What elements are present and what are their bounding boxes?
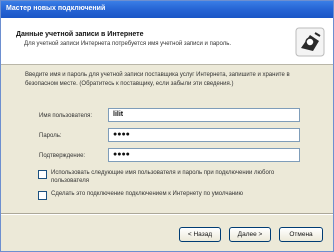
- header-title: Данные учетной записи в Интернете: [16, 31, 144, 38]
- window-title: Мастер новых подключений: [1, 1, 333, 18]
- confirm-password-field[interactable]: ●●●●: [108, 148, 300, 162]
- wizard-window: Мастер новых подключений Данные учетной …: [0, 0, 334, 252]
- header-subtitle: Для учетной записи Интернета потребуется…: [24, 41, 231, 47]
- wizard-connection-icon: [295, 27, 325, 57]
- footer-divider: [1, 213, 333, 215]
- all-users-checkbox[interactable]: [38, 170, 47, 179]
- default-connection-checkbox[interactable]: [38, 191, 47, 200]
- username-field[interactable]: lilit: [108, 108, 300, 122]
- wizard-header: Данные учетной записи в Интернете Для уч…: [1, 18, 333, 65]
- all-users-label: Использовать следующие имя пользователя …: [51, 170, 275, 184]
- option-all-users[interactable]: Использовать следующие имя пользователя …: [38, 169, 308, 185]
- confirm-label: Подтверждение:: [39, 153, 86, 159]
- password-field[interactable]: ●●●●: [108, 128, 300, 142]
- back-button[interactable]: < Назад: [179, 227, 221, 242]
- cancel-button[interactable]: Отмена: [279, 227, 323, 242]
- default-connection-label: Сделать это подключение подключением к И…: [51, 191, 243, 197]
- option-default-connection[interactable]: Сделать это подключение подключением к И…: [38, 190, 318, 200]
- intro-text: Введите имя и пароль для учетной записи …: [25, 72, 290, 87]
- password-label: Пароль:: [39, 133, 62, 139]
- username-label: Имя пользователя:: [39, 113, 93, 119]
- next-button[interactable]: Далее >: [229, 227, 271, 242]
